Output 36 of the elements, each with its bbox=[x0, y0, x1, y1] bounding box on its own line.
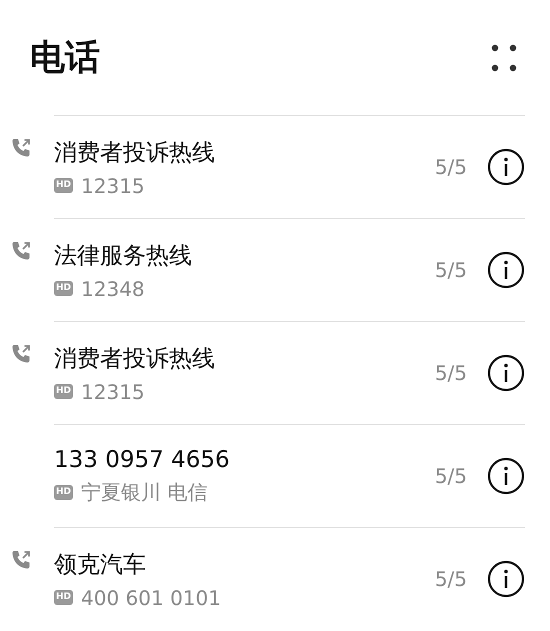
info-icon[interactable] bbox=[487, 251, 525, 289]
call-count: 5/5 bbox=[434, 464, 467, 488]
call-count: 5/5 bbox=[434, 361, 467, 385]
hd-icon: HD bbox=[54, 384, 74, 399]
hd-icon: HD bbox=[54, 281, 74, 296]
outgoing-call-icon bbox=[10, 240, 32, 262]
hd-icon: HD bbox=[54, 590, 74, 605]
contact-name: 133 0957 4656 bbox=[54, 446, 231, 472]
outgoing-call-icon bbox=[10, 343, 32, 365]
hd-icon: HD bbox=[54, 484, 74, 500]
call-count: 5/5 bbox=[434, 155, 467, 179]
call-entry[interactable]: 领克汽车 HD 400 601 0101 5/5 bbox=[54, 548, 487, 610]
info-icon[interactable] bbox=[487, 457, 525, 495]
phone-detail: 宁夏银川 电信 bbox=[81, 478, 208, 506]
call-entry[interactable]: 消费者投诉热线 HD 12315 5/5 bbox=[54, 342, 487, 404]
phone-detail: 400 601 0101 bbox=[81, 586, 221, 610]
phone-detail: 12348 bbox=[81, 276, 145, 300]
call-entry[interactable]: 法律服务热线 HD 12348 5/5 bbox=[54, 240, 487, 300]
outgoing-call-icon bbox=[10, 137, 32, 159]
contact-name: 法律服务热线 bbox=[54, 242, 193, 270]
outgoing-call-icon bbox=[10, 549, 32, 571]
info-icon[interactable] bbox=[487, 354, 525, 392]
info-icon[interactable] bbox=[487, 148, 525, 186]
contact-name: 领克汽车 bbox=[54, 550, 147, 580]
phone-detail: 12315 bbox=[81, 174, 145, 198]
call-entry[interactable]: 133 0957 4656 HD 宁夏银川 电信 5/5 bbox=[54, 446, 487, 506]
call-entry[interactable]: 消费者投诉热线 HD 12315 5/5 bbox=[54, 136, 487, 198]
phone-detail: 12315 bbox=[81, 380, 145, 404]
contact-name: 消费者投诉热线 bbox=[54, 138, 216, 168]
more-icon[interactable] bbox=[490, 42, 518, 72]
page-title: 电话 bbox=[30, 37, 100, 80]
contact-name: 消费者投诉热线 bbox=[54, 344, 216, 374]
hd-icon: HD bbox=[54, 178, 74, 193]
call-count: 5/5 bbox=[434, 258, 467, 282]
call-count: 5/5 bbox=[434, 567, 467, 591]
info-icon[interactable] bbox=[487, 560, 525, 598]
